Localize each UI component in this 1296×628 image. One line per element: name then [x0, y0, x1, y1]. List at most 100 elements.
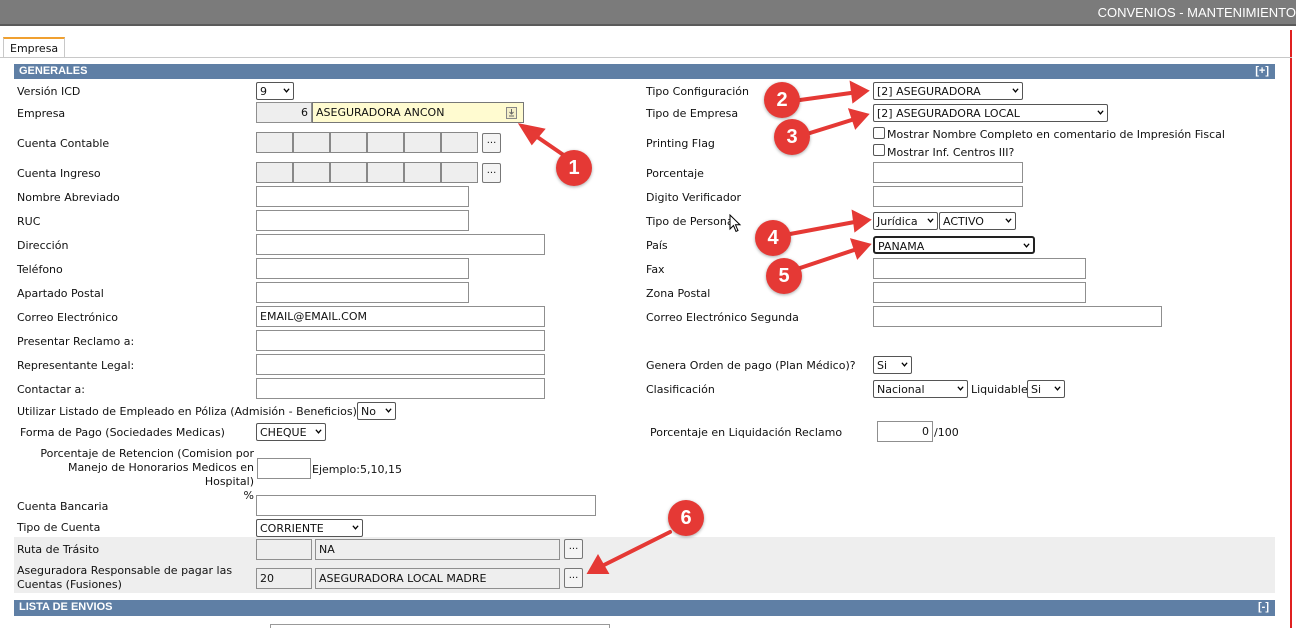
- cuenta-contable-segment[interactable]: [256, 132, 293, 153]
- pais-select[interactable]: PANAMA: [873, 236, 1035, 254]
- chevron-down-icon: [1005, 218, 1012, 223]
- porcentaje-retencion-example: Ejemplo:5,10,15: [312, 463, 402, 476]
- cuenta-contable-browse-button[interactable]: ...: [482, 133, 501, 153]
- page-title: CONVENIOS - MANTENIMIENTO: [1097, 5, 1296, 20]
- cuenta-ingreso-segment[interactable]: [367, 162, 404, 183]
- collapse-toggle[interactable]: [-]: [1258, 601, 1269, 613]
- tipo-empresa-label: Tipo de Empresa: [646, 107, 739, 120]
- cuenta-contable-segment[interactable]: [441, 132, 478, 153]
- tipo-cuenta-select[interactable]: CORRIENTE: [256, 519, 363, 537]
- porcentaje-label: Porcentaje: [646, 167, 704, 180]
- nombre-abreviado-label: Nombre Abreviado: [17, 191, 120, 204]
- version-icd-label: Versión ICD: [17, 85, 81, 98]
- chevron-down-icon: [1097, 110, 1104, 115]
- nombre-abreviado-input[interactable]: [256, 186, 469, 207]
- tipo-configuracion-select[interactable]: [2] ASEGURADORA: [873, 82, 1023, 100]
- cuenta-ingreso-segment[interactable]: [404, 162, 441, 183]
- telefono-label: Teléfono: [17, 263, 63, 276]
- cuenta-ingreso-segment[interactable]: [293, 162, 330, 183]
- telefono-input[interactable]: [256, 258, 469, 279]
- printing-flag-label: Printing Flag: [646, 137, 715, 150]
- genera-orden-select[interactable]: Si: [873, 356, 912, 374]
- porcentaje-retencion-input[interactable]: [257, 458, 311, 479]
- chevron-down-icon: [901, 362, 908, 367]
- ruc-input[interactable]: [256, 210, 469, 231]
- aseguradora-responsable-browse-button[interactable]: ...: [564, 568, 583, 588]
- cuenta-contable-segment[interactable]: [367, 132, 404, 153]
- digito-verificador-input[interactable]: [873, 186, 1023, 207]
- expand-toggle[interactable]: [+]: [1255, 65, 1269, 77]
- ruta-transito-name-field[interactable]: NA: [315, 539, 560, 560]
- cuenta-ingreso-segment[interactable]: [441, 162, 478, 183]
- tab-empresa[interactable]: Empresa: [3, 37, 65, 58]
- ruta-transito-label: Ruta de Trásito: [17, 543, 100, 556]
- contactar-input[interactable]: [256, 378, 545, 399]
- porcentaje-input[interactable]: [873, 162, 1023, 183]
- porcentaje-liquidacion-input[interactable]: 0: [877, 421, 933, 442]
- zona-postal-input[interactable]: [873, 282, 1086, 303]
- annotation-badge-1: 1: [556, 150, 592, 186]
- ruta-transito-code-field[interactable]: [256, 539, 312, 560]
- cuenta-ingreso-browse-button[interactable]: ...: [482, 163, 501, 183]
- liquidable-select[interactable]: Si: [1027, 380, 1065, 398]
- section-lista-envios[interactable]: LISTA DE ENVIOS [-]: [14, 600, 1275, 616]
- ruta-transito-browse-button[interactable]: ...: [564, 539, 583, 559]
- cuenta-ingreso-segment[interactable]: [256, 162, 293, 183]
- forma-pago-label: Forma de Pago (Sociedades Medicas): [20, 426, 225, 439]
- page-border: [1290, 30, 1292, 628]
- arrowhead-5: [849, 238, 872, 260]
- mostrar-nombre-checkbox[interactable]: [873, 127, 885, 139]
- cuenta-contable-segment[interactable]: [404, 132, 441, 153]
- arrow-4: [788, 219, 862, 236]
- porcentaje-liquidacion-suffix: /100: [934, 426, 959, 439]
- cuenta-bancaria-label: Cuenta Bancaria: [17, 500, 109, 513]
- chevron-down-icon: [385, 408, 392, 413]
- annotation-badge-5: 5: [766, 258, 802, 294]
- version-icd-select[interactable]: 9: [256, 82, 294, 100]
- fax-label: Fax: [646, 263, 665, 276]
- tipo-empresa-select[interactable]: [2] ASEGURADORA LOCAL: [873, 104, 1108, 122]
- tipo-cuenta-label: Tipo de Cuenta: [17, 521, 101, 534]
- cuenta-contable-segment[interactable]: [293, 132, 330, 153]
- listado-empleado-label: Utilizar Listado de Empleado en Póliza (…: [17, 405, 361, 418]
- ruc-label: RUC: [17, 215, 41, 228]
- forma-pago-select[interactable]: CHEQUE: [256, 423, 326, 441]
- annotation-badge-3: 3: [774, 119, 810, 155]
- mostrar-nombre-label: Mostrar Nombre Completo en comentario de…: [887, 128, 1225, 141]
- listado-empleado-select[interactable]: No: [357, 402, 396, 420]
- porcentaje-retencion-label: Porcentaje de Retencion (Comision por Ma…: [40, 447, 254, 502]
- empresa-name-field[interactable]: ASEGURADORA ANCON: [312, 102, 524, 123]
- cuenta-ingreso-segment[interactable]: [330, 162, 367, 183]
- chevron-down-icon: [1012, 88, 1019, 93]
- zona-postal-label: Zona Postal: [646, 287, 711, 300]
- tipo-persona-select[interactable]: Jurídica: [873, 212, 938, 230]
- apartado-postal-input[interactable]: [256, 282, 469, 303]
- aseguradora-responsable-code-field[interactable]: 20: [256, 568, 312, 589]
- annotation-badge-2: 2: [764, 82, 800, 118]
- correo-segunda-input[interactable]: [873, 306, 1162, 327]
- correo-input[interactable]: EMAIL@EMAIL.COM: [256, 306, 545, 327]
- estado-select[interactable]: ACTIVO: [939, 212, 1016, 230]
- representante-legal-input[interactable]: [256, 354, 545, 375]
- direccion-input[interactable]: [256, 234, 545, 255]
- tipo-configuracion-label: Tipo Configuración: [646, 85, 749, 98]
- chevron-down-icon: [352, 525, 359, 530]
- chevron-down-icon: [927, 218, 934, 223]
- presentar-reclamo-input[interactable]: [256, 330, 545, 351]
- arrowhead-3: [847, 108, 870, 130]
- aseguradora-responsable-name-field[interactable]: ASEGURADORA LOCAL MADRE: [315, 568, 560, 589]
- clasificacion-select[interactable]: Nacional: [873, 380, 968, 398]
- digito-verificador-label: Digito Verificador: [646, 191, 742, 204]
- presentar-reclamo-label: Presentar Reclamo a:: [17, 335, 135, 348]
- lookup-icon[interactable]: [506, 107, 517, 119]
- arrow-3: [808, 116, 860, 135]
- fax-input[interactable]: [873, 258, 1086, 279]
- empresa-code-field[interactable]: 6: [256, 102, 312, 123]
- cuenta-contable-segment[interactable]: [330, 132, 367, 153]
- mostrar-centros-checkbox[interactable]: [873, 144, 885, 156]
- cuenta-ingreso-label: Cuenta Ingreso: [17, 167, 101, 180]
- tipo-persona-label: Tipo de Persona: [646, 215, 734, 228]
- mostrar-centros-label: Mostrar Inf. Centros III?: [887, 146, 1015, 159]
- section-generales[interactable]: GENERALES [+]: [14, 64, 1275, 79]
- cuenta-bancaria-input[interactable]: [256, 495, 596, 516]
